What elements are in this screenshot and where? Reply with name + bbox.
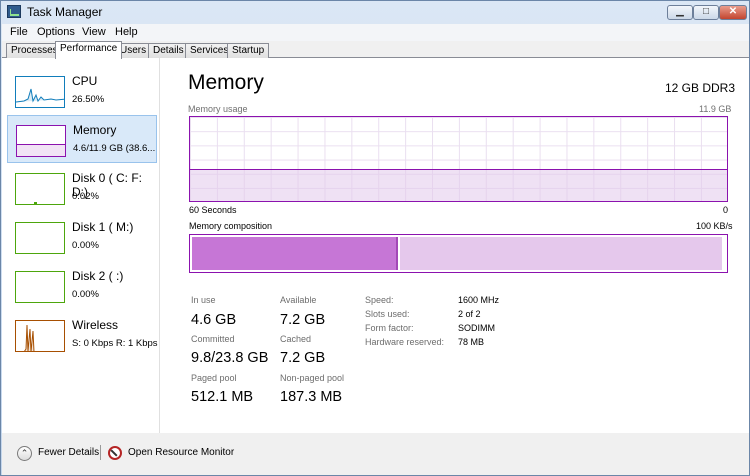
task-manager-window: Task Manager ▁ □ ✕ File Options View Hel… — [0, 0, 750, 476]
maximize-button[interactable]: □ — [693, 5, 719, 20]
memory-composition-label: Memory composition — [189, 221, 273, 231]
resource-sidebar: CPU 26.50% Memory 4.6/11.9 GB (38.6... D… — [2, 58, 160, 433]
form-factor-value: SODIMM — [458, 323, 495, 333]
composition-in-use-segment[interactable] — [192, 237, 398, 270]
menu-options[interactable]: Options — [37, 26, 75, 38]
non-paged-pool-value: 187.3 MB — [280, 389, 343, 405]
non-paged-pool-label: Non-paged pool — [280, 373, 345, 383]
sidebar-label-cpu: CPU — [72, 74, 98, 88]
in-use-value: 4.6 GB — [191, 312, 237, 328]
task-manager-icon — [7, 5, 21, 18]
page-title: Memory — [188, 71, 264, 94]
composition-cached-segment[interactable] — [400, 237, 722, 270]
sidebar-item-wireless[interactable]: Wireless S: 0 Kbps R: 1 Kbps — [7, 311, 158, 359]
menu-file[interactable]: File — [10, 26, 28, 38]
memory-composition-rate: 100 KB/s — [696, 221, 733, 231]
memory-usage-fill — [190, 168, 727, 201]
memory-composition-bar[interactable] — [189, 234, 728, 273]
window-title: Task Manager — [27, 5, 103, 19]
speed-value: 1600 MHz — [458, 295, 500, 305]
available-label: Available — [280, 295, 317, 305]
sidebar-item-disk0[interactable]: Disk 0 ( C: F: D:) 0.02% — [7, 164, 157, 212]
sidebar-label-memory: Memory — [73, 123, 117, 137]
cpu-thumbnail-graph — [15, 76, 65, 108]
sidebar-value-wireless: S: 0 Kbps R: 1 Kbps — [72, 338, 158, 349]
memory-usage-label: Memory usage — [188, 104, 248, 114]
open-resource-monitor-link[interactable]: Open Resource Monitor — [128, 447, 234, 458]
slots-used-label: Slots used: — [365, 309, 410, 319]
disk1-thumbnail-graph — [15, 222, 65, 254]
sidebar-item-disk1[interactable]: Disk 1 ( M:) 0.00% — [7, 213, 157, 261]
sidebar-item-disk2[interactable]: Disk 2 ( :) 0.00% — [7, 262, 157, 310]
wireless-thumbnail-graph — [15, 320, 65, 352]
disk0-thumbnail-graph — [15, 173, 65, 205]
footer-bar: ⌃ Fewer Details Open Resource Monitor — [2, 433, 749, 475]
memory-usage-graph — [189, 116, 728, 202]
cached-label: Cached — [280, 334, 312, 344]
committed-value: 9.8/23.8 GB — [191, 350, 269, 366]
chevron-up-icon[interactable]: ⌃ — [17, 446, 32, 461]
hardware-reserved-value: 78 MB — [458, 337, 485, 347]
resource-monitor-icon[interactable] — [108, 446, 122, 460]
title-bar[interactable]: Task Manager ▁ □ ✕ — [1, 1, 749, 23]
committed-label: Committed — [191, 334, 235, 344]
sidebar-item-cpu[interactable]: CPU 26.50% — [7, 67, 157, 115]
memory-thumbnail-graph — [16, 125, 66, 157]
tab-details[interactable]: Details — [148, 43, 189, 58]
available-value: 7.2 GB — [280, 312, 326, 328]
sidebar-value-disk2: 0.00% — [72, 289, 99, 300]
graph-time-end: 0 — [723, 205, 729, 215]
tab-startup[interactable]: Startup — [227, 43, 270, 58]
sidebar-value-disk1: 0.00% — [72, 240, 99, 251]
sidebar-label-disk1: Disk 1 ( M:) — [72, 220, 134, 234]
tab-bar: Processes Performance Users Details Serv… — [2, 41, 749, 59]
in-use-label: In use — [191, 295, 216, 305]
menu-bar: File Options View Help — [2, 24, 749, 41]
tab-performance[interactable]: Performance — [55, 41, 123, 59]
sidebar-value-disk0: 0.02% — [72, 191, 99, 202]
sidebar-value-cpu: 26.50% — [72, 94, 105, 105]
sidebar-label-wireless: Wireless — [72, 318, 119, 332]
memory-type: 12 GB DDR3 — [665, 81, 736, 95]
slots-used-value: 2 of 2 — [458, 309, 481, 319]
sidebar-label-disk2: Disk 2 ( :) — [72, 269, 124, 283]
sidebar-item-memory[interactable]: Memory 4.6/11.9 GB (38.6... — [7, 115, 157, 163]
minimize-button[interactable]: ▁ — [667, 5, 693, 20]
paged-pool-value: 512.1 MB — [191, 389, 254, 405]
hardware-reserved-label: Hardware reserved: — [365, 337, 445, 347]
cached-value: 7.2 GB — [280, 350, 326, 366]
sidebar-value-memory: 4.6/11.9 GB (38.6... — [73, 143, 156, 154]
performance-pane: CPU 26.50% Memory 4.6/11.9 GB (38.6... D… — [2, 58, 749, 433]
menu-help[interactable]: Help — [115, 26, 138, 38]
menu-view[interactable]: View — [82, 26, 106, 38]
speed-label: Speed: — [365, 295, 394, 305]
close-button[interactable]: ✕ — [719, 5, 747, 20]
paged-pool-label: Paged pool — [191, 373, 237, 383]
memory-usage-max: 11.9 GB — [699, 104, 732, 114]
graph-time-span: 60 Seconds — [189, 205, 237, 215]
disk2-thumbnail-graph — [15, 271, 65, 303]
fewer-details-link[interactable]: Fewer Details — [38, 447, 99, 458]
footer-divider — [100, 445, 101, 460]
form-factor-label: Form factor: — [365, 323, 414, 333]
